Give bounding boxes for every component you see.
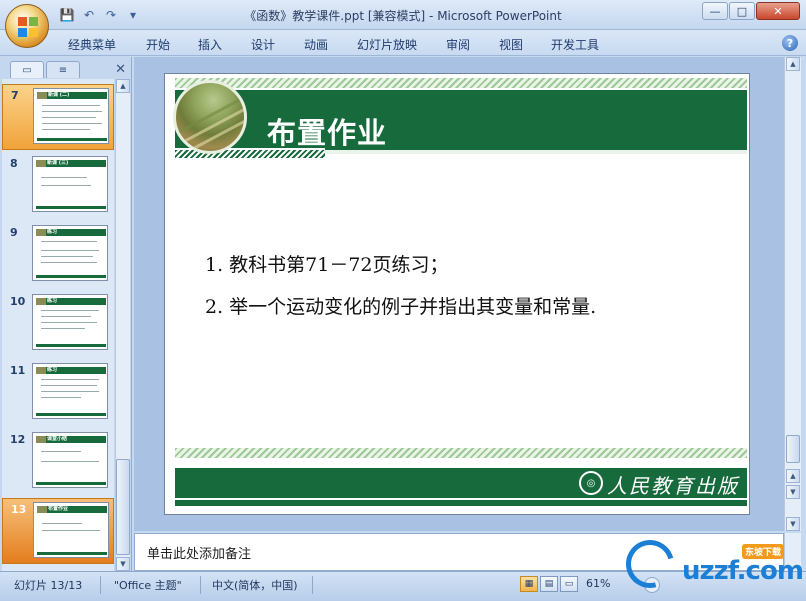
tab-slide-show[interactable]: 幻灯片放映: [357, 36, 417, 53]
title-bar: 💾 ↶ ↷ ▾ 《函数》教学课件.ppt [兼容模式] - Microsoft …: [0, 0, 806, 30]
office-button[interactable]: [5, 4, 49, 48]
tab-classic-menu[interactable]: 经典菜单: [68, 36, 116, 53]
watermark-text: uzzf.com: [682, 556, 804, 586]
slide-thumbnail-10[interactable]: 10 练习: [2, 291, 114, 357]
body-line-1[interactable]: 1. 教科书第71－72页练习；: [205, 250, 449, 277]
slides-panel: ▭ ≡ ✕ 7 新课 (二) 8 新课 (三) 9 练习 10 练习 11 练习…: [0, 57, 132, 571]
tab-home[interactable]: 开始: [146, 36, 170, 53]
thumb-title: 新课 (三): [47, 160, 69, 166]
tab-view[interactable]: 视图: [499, 36, 523, 53]
slide-thumbnail-7[interactable]: 7 新课 (二): [2, 84, 114, 150]
watermark-logo-icon: [617, 531, 683, 597]
publisher-name: 人民教育出版社: [607, 474, 739, 515]
previous-slide-icon[interactable]: ▲: [786, 469, 800, 483]
decorative-stripe: [175, 78, 747, 88]
slide-sorter-icon[interactable]: ▤: [540, 576, 558, 592]
publisher-logo-icon: ◎: [579, 471, 603, 495]
theme-name: "Office 主题": [114, 579, 182, 592]
slide-thumbnail-9[interactable]: 9 练习: [2, 222, 114, 288]
close-panel-icon[interactable]: ✕: [115, 62, 126, 77]
scroll-down-icon[interactable]: ▼: [786, 517, 800, 531]
help-icon[interactable]: ?: [782, 35, 798, 51]
slide-thumbnail-12[interactable]: 12 课堂小结: [2, 429, 114, 495]
tab-insert[interactable]: 插入: [198, 36, 222, 53]
slide-preview: 练习: [32, 294, 108, 350]
slide-preview: 布置作业: [33, 502, 109, 558]
slide-preview: 练习: [32, 363, 108, 419]
scroll-thumb[interactable]: [116, 459, 130, 555]
farmland-photo: [173, 80, 247, 154]
slide-editing-area: 布置作业 1. 教科书第71－72页练习； 2. 举一个运动变化的例子并指出其变…: [134, 57, 784, 531]
slide-thumbnail-13[interactable]: 13 布置作业: [2, 498, 114, 564]
slide-count: 幻灯片 13/13: [14, 579, 83, 592]
zoom-level[interactable]: 61%: [586, 577, 610, 590]
slide-preview: 新课 (三): [32, 156, 108, 212]
slide-thumbnails: 7 新课 (二) 8 新课 (三) 9 练习 10 练习 11 练习 12 课堂…: [2, 79, 114, 571]
decorative-band: [325, 148, 747, 154]
slide-thumbnail-11[interactable]: 11 练习: [2, 360, 114, 426]
window-title: 《函数》教学课件.ppt [兼容模式] - Microsoft PowerPoi…: [244, 9, 562, 23]
body-line-2[interactable]: 2. 举一个运动变化的例子并指出其变量和常量.: [205, 292, 596, 319]
thumb-title: 课堂小结: [47, 436, 68, 442]
scroll-up-icon[interactable]: ▲: [786, 57, 800, 71]
slide-thumbnail-8[interactable]: 8 新课 (三): [2, 153, 114, 219]
slide-number: 8: [10, 157, 18, 170]
slide-number: 13: [11, 503, 27, 516]
site-watermark: uzzf.com 东坡下载: [614, 531, 804, 597]
slides-tab-icon[interactable]: ▭: [10, 61, 44, 78]
slide-number: 10: [10, 295, 26, 308]
minimize-button[interactable]: —: [702, 2, 728, 20]
slide-number: 7: [11, 89, 19, 102]
outline-tab-icon[interactable]: ≡: [46, 61, 80, 78]
thumbnails-scrollbar[interactable]: ▲ ▼: [115, 79, 130, 571]
ribbon-tabs: 经典菜单 开始 插入 设计 动画 幻灯片放映 审阅 视图 开发工具 ?: [0, 30, 806, 56]
decorative-stripe: [175, 448, 747, 458]
thumb-title: 布置作业: [48, 506, 69, 512]
watermark-badge: 东坡下载: [742, 544, 785, 559]
slide-show-icon[interactable]: ▭: [560, 576, 578, 592]
maximize-button[interactable]: □: [729, 2, 755, 20]
thumb-title: 新课 (二): [48, 92, 70, 98]
close-button[interactable]: ✕: [756, 2, 800, 20]
decorative-band: [175, 500, 747, 506]
slide-preview: 练习: [32, 225, 108, 281]
thumb-title: 练习: [47, 229, 58, 235]
tab-developer[interactable]: 开发工具: [551, 36, 599, 53]
slide-preview: 新课 (二): [33, 88, 109, 144]
slide-preview: 课堂小结: [32, 432, 108, 488]
slide-number: 12: [10, 433, 26, 446]
scroll-thumb[interactable]: [786, 435, 800, 463]
tab-design[interactable]: 设计: [251, 36, 275, 53]
tab-animations[interactable]: 动画: [304, 36, 328, 53]
footer-band: ◎ 人民教育出版社: [175, 468, 747, 514]
scroll-up-icon[interactable]: ▲: [116, 79, 130, 93]
slide-scrollbar[interactable]: ▲ ▲ ▼ ▼: [784, 57, 801, 531]
notes-placeholder[interactable]: 单击此处添加备注: [147, 543, 251, 562]
tab-review[interactable]: 审阅: [446, 36, 470, 53]
slide-title[interactable]: 布置作业: [267, 110, 387, 152]
current-slide[interactable]: 布置作业 1. 教科书第71－72页练习； 2. 举一个运动变化的例子并指出其变…: [164, 73, 750, 515]
scroll-down-icon[interactable]: ▼: [116, 557, 130, 571]
slide-number: 9: [10, 226, 18, 239]
slide-number: 11: [10, 364, 26, 377]
thumb-title: 练习: [47, 298, 58, 304]
title-banner: 布置作业: [175, 90, 747, 150]
office-logo-icon: [18, 17, 38, 37]
thumb-title: 练习: [47, 367, 58, 373]
next-slide-icon[interactable]: ▼: [786, 485, 800, 499]
normal-view-icon[interactable]: ▦: [520, 576, 538, 592]
language-indicator[interactable]: 中文(简体，中国): [212, 577, 298, 593]
